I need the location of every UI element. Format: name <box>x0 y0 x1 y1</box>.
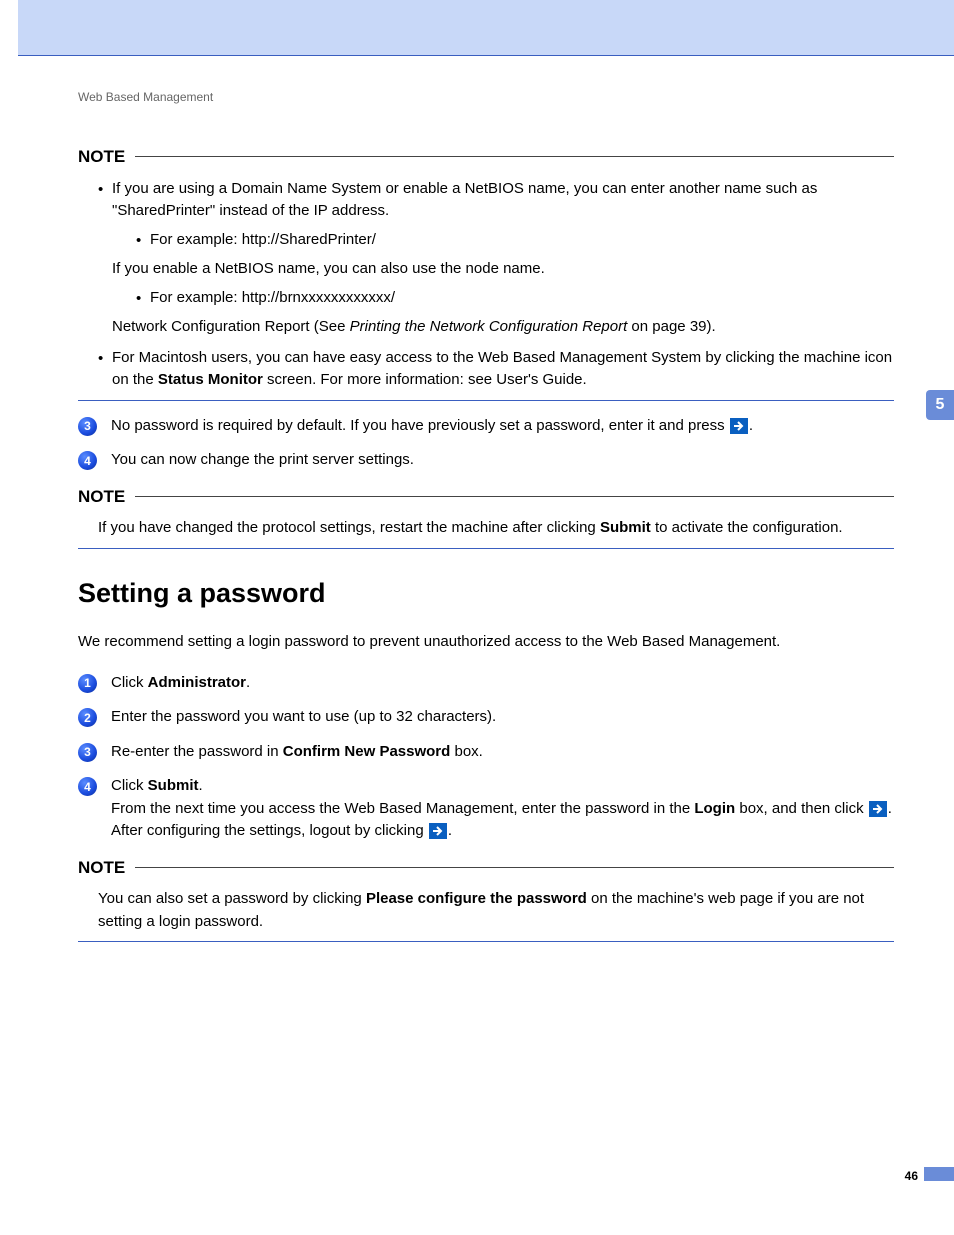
step-item: 4 Click Submit. From the next time you a… <box>78 775 894 843</box>
step-text: Click Submit. From the next time you acc… <box>111 775 894 843</box>
step-number-icon: 4 <box>78 451 97 470</box>
step-number-icon: 2 <box>78 708 97 727</box>
bullet-dot: • <box>98 178 112 339</box>
note-heading: NOTE <box>78 484 894 510</box>
sub-bullet: • For example: http://brnxxxxxxxxxxxx/ <box>136 287 894 311</box>
bullet-item: • For Macintosh users, you can have easy… <box>98 347 894 392</box>
note-body: If you have changed the protocol setting… <box>78 517 894 540</box>
step-number-icon: 3 <box>78 417 97 436</box>
bullet-dot: • <box>136 287 150 311</box>
step-number-icon: 1 <box>78 674 97 693</box>
sub-bullet-text: For example: http://SharedPrinter/ <box>150 229 376 253</box>
note-end-rule <box>78 400 894 401</box>
page-number-tab <box>924 1167 954 1181</box>
note-body: You can also set a password by clicking … <box>78 888 894 933</box>
note-rule <box>135 156 894 157</box>
step-text: Re-enter the password in Confirm New Pas… <box>111 741 894 764</box>
note-rule <box>135 496 894 497</box>
step-item: 3 No password is required by default. If… <box>78 415 894 438</box>
bullet-item: • If you are using a Domain Name System … <box>98 178 894 339</box>
bullet-text: If you are using a Domain Name System or… <box>112 178 894 339</box>
sub-bullet: • For example: http://SharedPrinter/ <box>136 229 894 253</box>
bullet-dot: • <box>136 229 150 253</box>
page-top-banner <box>18 0 954 56</box>
step-item: 4 You can now change the print server se… <box>78 449 894 472</box>
step-number-icon: 4 <box>78 777 97 796</box>
arrow-right-icon <box>730 418 748 434</box>
step-text: Click Administrator. <box>111 672 894 695</box>
chapter-tab: 5 <box>926 390 954 420</box>
note-label: NOTE <box>78 144 125 170</box>
note-heading: NOTE <box>78 144 894 170</box>
section-intro: We recommend setting a login password to… <box>78 631 894 654</box>
bullet-text: Network Configuration Report (See Printi… <box>112 316 894 339</box>
page-content: Web Based Management NOTE • If you are u… <box>0 56 954 942</box>
note-end-rule <box>78 548 894 549</box>
step-text: Enter the password you want to use (up t… <box>111 706 894 729</box>
note-body: • If you are using a Domain Name System … <box>78 178 894 392</box>
step-item: 1 Click Administrator. <box>78 672 894 695</box>
note-heading: NOTE <box>78 855 894 881</box>
step-text: You can now change the print server sett… <box>111 449 894 472</box>
step-item: 2 Enter the password you want to use (up… <box>78 706 894 729</box>
bullet-text: For Macintosh users, you can have easy a… <box>112 347 894 392</box>
sub-bullet-text: For example: http://brnxxxxxxxxxxxx/ <box>150 287 395 311</box>
note-end-rule <box>78 941 894 942</box>
note-label: NOTE <box>78 484 125 510</box>
bullet-text: If you enable a NetBIOS name, you can al… <box>112 258 894 281</box>
section-heading: Setting a password <box>78 573 894 614</box>
arrow-right-icon <box>429 823 447 839</box>
step-text: No password is required by default. If y… <box>111 415 894 438</box>
bullet-dot: • <box>98 347 112 392</box>
step-item: 3 Re-enter the password in Confirm New P… <box>78 741 894 764</box>
running-header: Web Based Management <box>78 88 894 106</box>
page-number: 46 <box>905 1167 918 1185</box>
step-number-icon: 3 <box>78 743 97 762</box>
note-label: NOTE <box>78 855 125 881</box>
arrow-right-icon <box>869 801 887 817</box>
note-rule <box>135 867 894 868</box>
